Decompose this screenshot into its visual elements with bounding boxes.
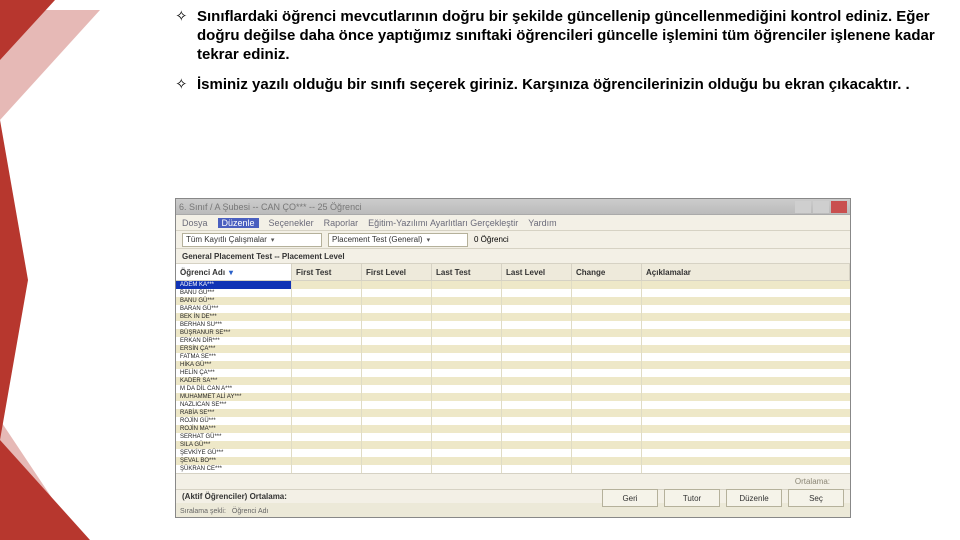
menu-options[interactable]: Seçenekler <box>269 218 314 228</box>
table-row[interactable]: ROJİN MA*** <box>176 425 850 433</box>
menu-file[interactable]: Dosya <box>182 218 208 228</box>
col-notes[interactable]: Açıklamalar <box>642 264 850 280</box>
student-name-cell: BARAN GÜ*** <box>176 305 292 313</box>
table-row[interactable]: NAZLICAN SE*** <box>176 401 850 409</box>
student-name-cell: BANU GÜ*** <box>176 297 292 305</box>
menu-settings[interactable]: Eğitim-Yazılımı Ayarlıtları Gerçekleştir <box>368 218 518 228</box>
dropdown-works[interactable]: Tüm Kayıtlı Çalışmalar▾ <box>182 233 322 247</box>
table-row[interactable]: BANU GÜ*** <box>176 289 850 297</box>
sort-icon: ▾ <box>229 268 233 277</box>
bullet-item: ✧ İsminiz yazılı olduğu bir sınıfı seçer… <box>175 76 942 95</box>
student-name-cell: BEK İN DE*** <box>176 313 292 321</box>
table-row[interactable]: ADEM KA*** <box>176 281 850 289</box>
table-row[interactable]: BERHAN SU*** <box>176 321 850 329</box>
student-count: 0 Öğrenci <box>474 235 509 244</box>
tutor-button[interactable]: Tutor <box>664 489 720 507</box>
menu-help[interactable]: Yardım <box>528 218 556 228</box>
student-name-cell: ROJİN MA*** <box>176 425 292 433</box>
student-name-cell: ROJİN GÜ*** <box>176 417 292 425</box>
student-name-cell: ŞEVKİYE GÜ*** <box>176 449 292 457</box>
table-row[interactable]: FATMA SE*** <box>176 353 850 361</box>
table-row[interactable]: BEK İN DE*** <box>176 313 850 321</box>
student-name-cell: SILA GÜ*** <box>176 441 292 449</box>
table-row[interactable]: M DA DİL CAN A*** <box>176 385 850 393</box>
table-row[interactable]: HİKA GÜ*** <box>176 361 850 369</box>
minimize-icon[interactable] <box>795 201 811 213</box>
toolbar: Tüm Kayıtlı Çalışmalar▾ Placement Test (… <box>176 231 850 249</box>
table-row[interactable]: HELİN ÇA*** <box>176 369 850 377</box>
col-firsttest[interactable]: First Test <box>292 264 362 280</box>
student-name-cell: ŞÜKRAN CE*** <box>176 465 292 473</box>
table-body: ADEM KA***BANU GÜ***BANU GÜ***BARAN GÜ**… <box>176 281 850 473</box>
table-row[interactable]: BARAN GÜ*** <box>176 305 850 313</box>
button-row: Geri Tutor Düzenle Seç <box>602 489 844 507</box>
student-name-cell: HELİN ÇA*** <box>176 369 292 377</box>
close-icon[interactable] <box>831 201 847 213</box>
bullet-text: Sınıflardaki öğrenci mevcutlarının doğru… <box>197 8 942 64</box>
chevron-down-icon: ▾ <box>271 236 275 244</box>
student-name-cell: M DA DİL CAN A*** <box>176 385 292 393</box>
table-header-row: Öğrenci Adı▾ First Test First Level Last… <box>176 263 850 281</box>
app-window: 6. Sınıf / A Şubesi -- CAN ÇO*** -- 25 Ö… <box>175 198 851 518</box>
table-row[interactable]: ROJİN GÜ*** <box>176 417 850 425</box>
chevron-down-icon: ▾ <box>427 236 431 244</box>
col-lasttest[interactable]: Last Test <box>432 264 502 280</box>
status-bar: Sıralama şekli: Öğrenci Adı <box>180 508 268 515</box>
status-value: Öğrenci Adı <box>232 508 269 515</box>
student-name-cell: BANU GÜ*** <box>176 289 292 297</box>
student-name-cell: ŞEVAL BO*** <box>176 457 292 465</box>
table-row[interactable]: ERSİN ÇA*** <box>176 345 850 353</box>
window-title: 6. Sınıf / A Şubesi -- CAN ÇO*** -- 25 Ö… <box>179 202 362 212</box>
maximize-icon[interactable] <box>813 201 829 213</box>
student-name-cell: ERKAN DİR*** <box>176 337 292 345</box>
col-firstlevel[interactable]: First Level <box>362 264 432 280</box>
table-row[interactable]: SILA GÜ*** <box>176 441 850 449</box>
student-name-cell: ERSİN ÇA*** <box>176 345 292 353</box>
table-row[interactable]: RABİA SE*** <box>176 409 850 417</box>
select-button[interactable]: Seç <box>788 489 844 507</box>
sub-header: General Placement Test -- Placement Leve… <box>176 249 850 263</box>
col-change[interactable]: Change <box>572 264 642 280</box>
table-row[interactable]: SERHAT GÜ*** <box>176 433 850 441</box>
bullet-list: ✧ Sınıflardaki öğrenci mevcutlarının doğ… <box>175 8 942 107</box>
status-label: Sıralama şekli: <box>180 508 226 515</box>
table-row[interactable]: BANU GÜ*** <box>176 297 850 305</box>
student-name-cell: NAZLICAN SE*** <box>176 401 292 409</box>
col-student[interactable]: Öğrenci Adı▾ <box>176 264 292 280</box>
student-name-cell: ADEM KA*** <box>176 281 292 289</box>
student-name-cell: RABİA SE*** <box>176 409 292 417</box>
diamond-icon: ✧ <box>175 76 197 95</box>
table-row[interactable]: ŞEVKİYE GÜ*** <box>176 449 850 457</box>
back-button[interactable]: Geri <box>602 489 658 507</box>
bullet-text: İsminiz yazılı olduğu bir sınıfı seçerek… <box>197 76 942 95</box>
col-lastlevel[interactable]: Last Level <box>502 264 572 280</box>
table-row[interactable]: KADER SA*** <box>176 377 850 385</box>
table-row[interactable]: ERKAN DİR*** <box>176 337 850 345</box>
student-name-cell: BÜŞRANUR SE*** <box>176 329 292 337</box>
menubar: Dosya Düzenle Seçenekler Raporlar Eğitim… <box>176 215 850 231</box>
table-row[interactable]: MUHAMMET ALİ AY*** <box>176 393 850 401</box>
student-name-cell: SERHAT GÜ*** <box>176 433 292 441</box>
menu-edit[interactable]: Düzenle <box>218 218 259 228</box>
student-name-cell: BERHAN SU*** <box>176 321 292 329</box>
student-name-cell: MUHAMMET ALİ AY*** <box>176 393 292 401</box>
slide-decoration <box>0 0 110 540</box>
student-name-cell: KADER SA*** <box>176 377 292 385</box>
window-titlebar: 6. Sınıf / A Şubesi -- CAN ÇO*** -- 25 Ö… <box>176 199 850 215</box>
student-name-cell: FATMA SE*** <box>176 353 292 361</box>
dropdown-test[interactable]: Placement Test (General)▾ <box>328 233 468 247</box>
footer-average: Ortalama: <box>176 473 850 489</box>
student-name-cell: HİKA GÜ*** <box>176 361 292 369</box>
menu-reports[interactable]: Raporlar <box>324 218 359 228</box>
table-row[interactable]: BÜŞRANUR SE*** <box>176 329 850 337</box>
diamond-icon: ✧ <box>175 8 197 64</box>
table-row[interactable]: ŞEVAL BO*** <box>176 457 850 465</box>
table-row[interactable]: ŞÜKRAN CE*** <box>176 465 850 473</box>
bullet-item: ✧ Sınıflardaki öğrenci mevcutlarının doğ… <box>175 8 942 64</box>
edit-button[interactable]: Düzenle <box>726 489 782 507</box>
